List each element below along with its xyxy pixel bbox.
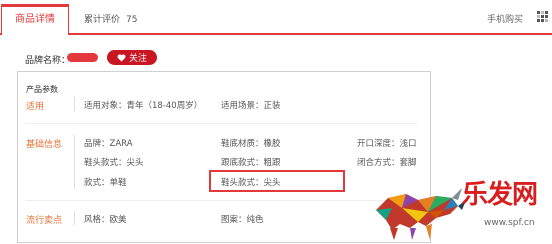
- highlight-box: [209, 170, 345, 192]
- tab-reviews-count: 75: [126, 15, 138, 25]
- param-cell: 跟底款式：粗跟: [221, 158, 281, 168]
- separator: [25, 123, 417, 124]
- heart-icon: [117, 54, 126, 62]
- divider: [74, 135, 75, 189]
- param-cell: 开口深度：浅口: [357, 139, 417, 149]
- follow-button-label: 关注: [128, 54, 147, 64]
- param-cell: 风格：欧美: [84, 215, 127, 225]
- params-title: 产品参数: [26, 85, 58, 94]
- tab-product-details[interactable]: 商品详情: [1, 4, 69, 35]
- brand-name-redacted: [67, 53, 98, 62]
- param-cell: 品牌：ZARA: [84, 139, 133, 149]
- param-cell: 适用场景：正装: [221, 101, 281, 111]
- watermark-url: www.spf.cn: [484, 218, 535, 228]
- watermark-text: 乐发网: [462, 180, 538, 210]
- qr-code-icon[interactable]: [537, 11, 548, 22]
- divider: [74, 211, 75, 225]
- brand-name-label: 品牌名称：: [25, 56, 71, 66]
- category-applicable: 适用: [26, 102, 45, 112]
- param-cell: 闭合方式：套脚: [357, 158, 417, 168]
- param-cell: 适用对象：青年（18-40周岁）: [84, 101, 203, 111]
- tab-reviews-label: 累计评价: [84, 15, 121, 25]
- category-trend-points: 流行卖点: [26, 216, 63, 226]
- category-basic-info: 基础信息: [26, 140, 63, 150]
- param-cell: 鞋底材质：橡胶: [221, 139, 281, 149]
- divider: [74, 97, 75, 111]
- param-cell: 图案：纯色: [221, 215, 264, 225]
- param-cell: 鞋头款式：尖头: [84, 158, 144, 168]
- separator: [25, 200, 417, 201]
- tab-reviews[interactable]: 累计评价 75: [84, 12, 137, 25]
- tab-bar: 商品详情 累计评价 75 手机购买: [0, 0, 552, 35]
- follow-button[interactable]: 关注: [107, 50, 157, 65]
- param-cell: 款式：单鞋: [84, 178, 127, 188]
- mobile-buy-link[interactable]: 手机购买: [487, 12, 523, 25]
